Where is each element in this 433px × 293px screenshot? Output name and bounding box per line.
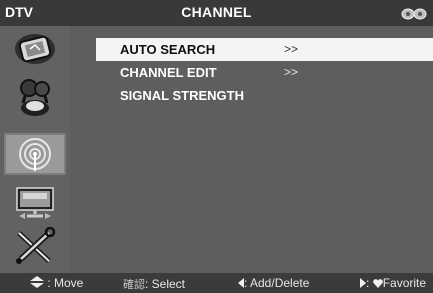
sidebar-item-channel[interactable] <box>4 133 66 175</box>
page-title: CHANNEL <box>181 4 252 20</box>
sidebar-item-display[interactable] <box>4 183 66 225</box>
menu-item-signal-strength[interactable]: SIGNAL STRENGTH <box>96 84 433 107</box>
hint-move: : Move <box>30 276 83 290</box>
display-icon <box>16 187 54 219</box>
menu-item-label: AUTO SEARCH <box>120 42 216 57</box>
menu-item-channel-edit[interactable]: CHANNEL EDIT >> <box>96 61 433 84</box>
tv-osd-menu: DTV CHANNEL AUTO SEARCH >> CHANNEL EDIT … <box>0 0 433 293</box>
submenu-arrow-icon: >> <box>284 42 299 56</box>
title-bar: DTV CHANNEL <box>0 0 433 26</box>
hint-move-label: : Move <box>47 276 84 290</box>
hint-add-delete: : Add/Delete <box>238 276 309 290</box>
up-down-arrow-icon <box>30 276 44 288</box>
sidebar-item-sound[interactable] <box>4 76 66 118</box>
sidebar-item-setup[interactable] <box>4 225 66 267</box>
picture-icon <box>15 34 55 64</box>
hint-select-label: : Select <box>145 277 186 291</box>
submenu-arrow-icon: >> <box>284 65 299 79</box>
menu-list: AUTO SEARCH >> CHANNEL EDIT >> SIGNAL ST… <box>96 38 433 107</box>
sound-icon <box>20 79 50 116</box>
glasses-icon <box>401 8 427 20</box>
menu-item-auto-search[interactable]: AUTO SEARCH >> <box>96 38 433 61</box>
sidebar-item-picture[interactable] <box>4 28 66 70</box>
setup-icon <box>16 227 56 264</box>
hint-bar: : Move 確認: Select : Add/Delete : Favorit… <box>0 273 433 293</box>
sidebar <box>0 26 70 273</box>
hint-favorite: : Favorite <box>360 276 426 290</box>
confirm-key-label: 確認 <box>123 278 145 291</box>
menu-item-label: CHANNEL EDIT <box>120 65 217 80</box>
hint-favorite-label: Favorite <box>382 276 427 290</box>
heart-icon <box>372 279 383 288</box>
channel-icon <box>19 138 51 171</box>
menu-item-label: SIGNAL STRENGTH <box>120 88 244 103</box>
hint-add-delete-label: : Add/Delete <box>244 276 310 290</box>
hint-select: 確認: Select <box>123 276 185 292</box>
